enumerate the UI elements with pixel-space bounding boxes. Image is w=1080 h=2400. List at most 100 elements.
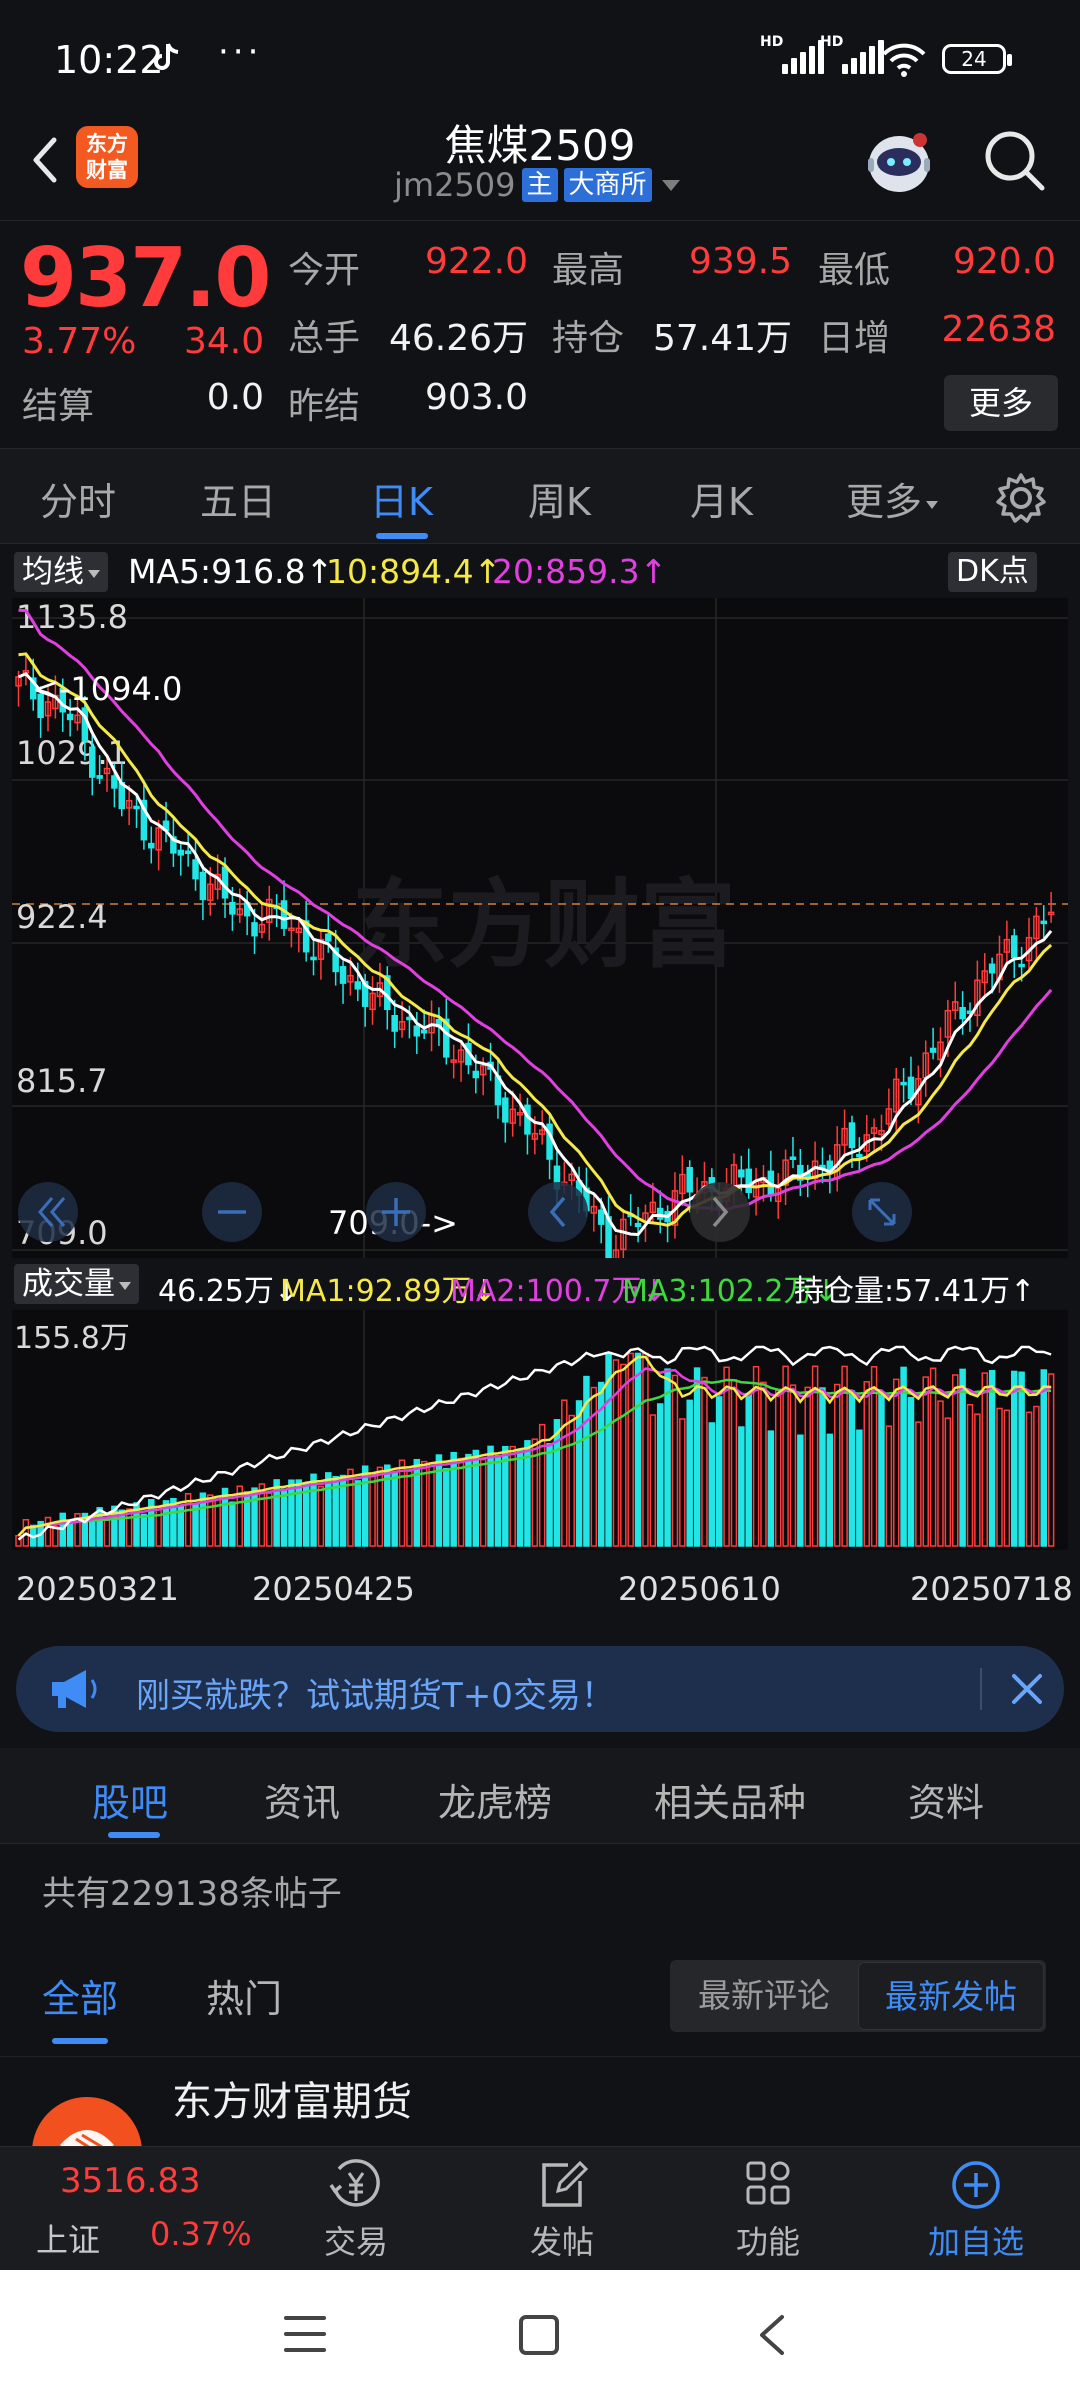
candle-body <box>686 1166 693 1193</box>
post-author[interactable]: 东方财富期货 <box>172 2069 412 2127</box>
tab-forum[interactable]: 股吧 <box>92 1772 168 1827</box>
menu-icon[interactable] <box>282 2312 328 2356</box>
nav-functions[interactable]: 功能 <box>708 2155 828 2267</box>
tab-related[interactable]: 相关品种 <box>654 1772 806 1827</box>
nav-trade[interactable]: 交易 <box>296 2155 416 2267</box>
volume-bar <box>66 1521 74 1547</box>
ma20-value: 20:859.3↑ <box>492 552 668 591</box>
volume-bar <box>878 1393 885 1547</box>
volume-bar <box>848 1390 856 1547</box>
settlement-label: 结算 <box>22 386 95 427</box>
candle-body <box>420 1029 428 1034</box>
indicator-selector[interactable]: 均线 <box>14 552 108 592</box>
plus-circle-icon <box>952 2161 1000 2209</box>
volume-bar <box>487 1445 494 1547</box>
volume-chart[interactable]: 155.8万 <box>12 1310 1068 1550</box>
grid-icon <box>746 2161 790 2205</box>
candle-body <box>745 1168 752 1193</box>
candle-body <box>900 1081 907 1086</box>
chart-scroll-left-button[interactable] <box>18 1182 78 1242</box>
section-tabs: 股吧 资讯 龙虎榜 相关品种 资料 <box>0 1748 1080 1844</box>
promo-divider <box>980 1668 982 1710</box>
chart-next-button[interactable] <box>690 1182 750 1242</box>
nav-post[interactable]: 发帖 <box>502 2155 622 2267</box>
candle-body <box>325 933 332 942</box>
change-amount: 34.0 <box>184 321 265 362</box>
nav-add-watchlist-label: 加自选 <box>927 2223 1024 2261</box>
robot-assistant-icon[interactable] <box>860 124 938 202</box>
open-interest-value: 持仓量:57.41万↑ <box>794 1274 1036 1309</box>
list-item[interactable]: 东方财富期货 <box>0 2056 1080 2207</box>
dk-point-button[interactable]: DK点 <box>948 552 1037 592</box>
tab-more[interactable]: 更多 <box>846 471 939 526</box>
close-icon[interactable] <box>1008 1670 1046 1708</box>
sort-latest-post[interactable]: 最新发帖 <box>858 1962 1044 2030</box>
zoom-in-button[interactable] <box>366 1182 426 1242</box>
contract-info[interactable]: jm2509 主 大商所 <box>394 166 680 204</box>
volume-bar <box>745 1392 752 1547</box>
sort-latest-comment[interactable]: 最新评论 <box>670 1960 858 2032</box>
candlestick-chart[interactable]: 东方财富 1135.8 1029.1 922.4 815.7 709.0 <-1… <box>12 598 1068 1258</box>
candle-body <box>597 1209 605 1225</box>
volume-bar <box>656 1403 664 1547</box>
volume-bar <box>708 1422 716 1547</box>
status-bar: 10:22 ··· HD HD 24 <box>0 0 1080 112</box>
chevron-down-icon <box>661 179 680 191</box>
candle-body <box>738 1169 745 1178</box>
volume-bar <box>229 1501 236 1547</box>
candle-body <box>789 1156 797 1161</box>
candle-body <box>111 775 118 789</box>
high-annotation: <-1094.0 <box>32 670 182 708</box>
bottom-nav: 3516.83 上证 0.37% 交易 发帖 功能 加自选 <box>0 2146 1080 2270</box>
volume-bar <box>1040 1369 1047 1547</box>
nav-add-watchlist[interactable]: 加自选 <box>916 2155 1036 2267</box>
candle-body <box>472 1070 480 1079</box>
active-tab-indicator <box>376 533 428 539</box>
nav-trade-label: 交易 <box>323 2223 388 2261</box>
tab-intraday[interactable]: 分时 <box>40 471 116 526</box>
volume-bar <box>575 1400 583 1547</box>
tab-profile[interactable]: 资料 <box>908 1772 984 1827</box>
filter-all[interactable]: 全部 <box>42 1968 118 2023</box>
volume-bar <box>302 1483 310 1547</box>
tiktok-icon <box>154 43 179 70</box>
candle-body <box>634 1222 642 1228</box>
chart-prev-button[interactable] <box>528 1182 588 1242</box>
filter-hot[interactable]: 热门 <box>206 1968 282 2023</box>
system-back-icon[interactable] <box>752 2312 792 2358</box>
tab-weekly-k[interactable]: 周K <box>528 471 591 526</box>
tab-daily-k[interactable]: 日K <box>370 471 433 526</box>
post-count: 共有229138条帖子 <box>42 1874 342 1914</box>
open-value: 922.0 <box>424 241 528 282</box>
trade-icon <box>329 2159 380 2207</box>
y-label-815: 815.7 <box>16 1062 108 1100</box>
zoom-out-button[interactable] <box>202 1182 262 1242</box>
more-quote-button[interactable]: 更多 <box>944 375 1058 431</box>
volume-bar <box>295 1479 303 1547</box>
volume-bar <box>96 1507 103 1547</box>
y-label-1135: 1135.8 <box>16 598 128 636</box>
volume-bar <box>1010 1370 1018 1547</box>
system-nav-bar <box>0 2270 1080 2400</box>
nav-post-label: 发帖 <box>529 2223 594 2261</box>
ma5-value: MA5:916.8↑ <box>128 552 334 591</box>
volume-value: 46.25万↓ <box>158 1274 300 1309</box>
volume-bar <box>413 1458 421 1547</box>
candle-body <box>856 1153 863 1158</box>
volume-bar <box>959 1368 966 1547</box>
search-icon[interactable] <box>980 126 1050 196</box>
volume-bar <box>819 1387 826 1547</box>
fullscreen-button[interactable] <box>852 1182 912 1242</box>
tab-dragon-tiger[interactable]: 龙虎榜 <box>438 1772 552 1827</box>
date-label: 20250718 <box>910 1570 1073 1608</box>
tab-monthly-k[interactable]: 月K <box>690 471 753 526</box>
tab-news[interactable]: 资讯 <box>264 1772 340 1827</box>
y-label-922: 922.4 <box>16 898 108 936</box>
gear-icon[interactable] <box>994 471 1048 525</box>
home-icon[interactable] <box>516 2312 562 2358</box>
promo-banner[interactable]: 刚买就跌？试试期货T+0交易！ <box>16 1646 1064 1732</box>
settlement-value: 0.0 <box>206 377 264 418</box>
volume-bar <box>900 1366 907 1547</box>
tab-five-day[interactable]: 五日 <box>200 471 276 526</box>
volume-indicator-selector[interactable]: 成交量 <box>14 1264 139 1304</box>
